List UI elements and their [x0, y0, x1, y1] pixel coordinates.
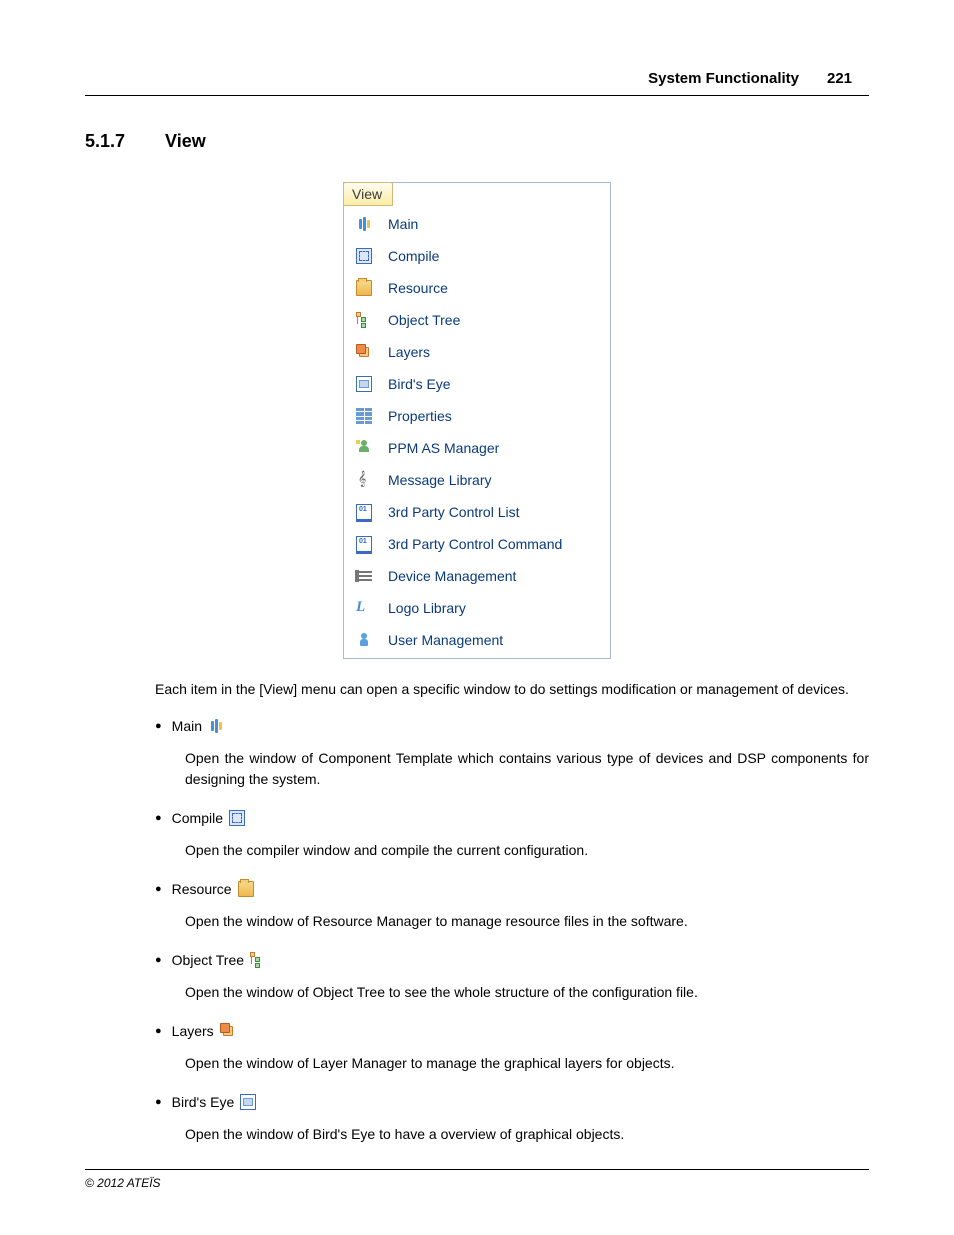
menu-item-label: 3rd Party Control List — [378, 504, 520, 520]
user-icon — [350, 632, 378, 648]
page-header: System Functionality 221 — [85, 70, 869, 96]
menu-item-label: PPM AS Manager — [378, 440, 499, 456]
item-name: Compile — [172, 810, 223, 826]
ppm-icon — [350, 440, 378, 456]
item-name: Object Tree — [172, 952, 244, 968]
bullet-icon: ● — [155, 720, 162, 732]
layers-icon — [220, 1023, 236, 1039]
doc-item: ● Resource Open the window of Resource Ma… — [155, 881, 869, 932]
bullet-icon: ● — [155, 883, 162, 895]
menu-screenshot: View Main Compile Resource Object Tree Layer… — [85, 182, 869, 659]
page-number: 221 — [827, 70, 869, 87]
menu-item-ppm[interactable]: PPM AS Manager — [344, 432, 610, 464]
3rd-icon — [350, 536, 378, 552]
main-icon — [208, 718, 224, 734]
device-icon — [350, 568, 378, 584]
tree-icon — [350, 312, 378, 328]
main-icon — [350, 216, 378, 232]
3rd-icon — [350, 504, 378, 520]
menu-item-3rd[interactable]: 3rd Party Control List — [344, 496, 610, 528]
menu-item-layers[interactable]: Layers — [344, 336, 610, 368]
compile-icon — [229, 810, 245, 826]
menu-item-label: Compile — [378, 248, 439, 264]
section-title: View — [165, 131, 206, 151]
menu-item-logo[interactable]: LLogo Library — [344, 592, 610, 624]
menu-item-compile[interactable]: Compile — [344, 240, 610, 272]
bullet-icon: ● — [155, 1096, 162, 1108]
section-heading: 5.1.7 View — [85, 131, 869, 152]
menu-item-3rd[interactable]: 3rd Party Control Command — [344, 528, 610, 560]
bullet-icon: ● — [155, 812, 162, 824]
msg-icon — [350, 472, 378, 488]
logo-icon: L — [350, 600, 378, 616]
item-head: ● Main — [155, 718, 869, 734]
doc-item: ● Layers Open the window of Layer Manager… — [155, 1023, 869, 1074]
menu-item-label: Message Library — [378, 472, 492, 488]
tree-icon — [250, 952, 266, 968]
item-description: Open the window of Component Template wh… — [185, 748, 869, 790]
intro-paragraph: Each item in the [View] menu can open a … — [155, 679, 869, 700]
menu-item-label: Bird's Eye — [378, 376, 451, 392]
compile-icon — [350, 248, 378, 264]
resource-icon — [350, 280, 378, 296]
item-name: Resource — [172, 881, 232, 897]
menu-item-tree[interactable]: Object Tree — [344, 304, 610, 336]
menu-item-label: Properties — [378, 408, 452, 424]
layers-icon — [350, 344, 378, 360]
menu-title[interactable]: View — [343, 182, 393, 206]
birdseye-icon — [240, 1094, 256, 1110]
props-icon — [350, 408, 378, 424]
menu-item-label: Resource — [378, 280, 448, 296]
item-head: ● Compile — [155, 810, 869, 826]
view-menu: View Main Compile Resource Object Tree Layer… — [343, 182, 611, 659]
item-name: Main — [172, 718, 202, 734]
birdseye-icon — [350, 376, 378, 392]
header-title: System Functionality — [648, 70, 799, 87]
menu-item-birdseye[interactable]: Bird's Eye — [344, 368, 610, 400]
section-number: 5.1.7 — [85, 131, 160, 152]
doc-item: ● Bird's Eye Open the window of Bird's Ey… — [155, 1094, 869, 1145]
menu-item-props[interactable]: Properties — [344, 400, 610, 432]
menu-item-label: Main — [378, 216, 418, 232]
item-head: ● Object Tree — [155, 952, 869, 968]
doc-item: ● Compile Open the compiler window and co… — [155, 810, 869, 861]
menu-item-label: User Management — [378, 632, 503, 648]
menu-item-label: 3rd Party Control Command — [378, 536, 562, 552]
item-description: Open the window of Object Tree to see th… — [185, 982, 869, 1003]
menu-item-label: Layers — [378, 344, 430, 360]
item-name: Bird's Eye — [172, 1094, 235, 1110]
item-description: Open the window of Layer Manager to mana… — [185, 1053, 869, 1074]
bullet-icon: ● — [155, 954, 162, 966]
bullet-icon: ● — [155, 1025, 162, 1037]
menu-item-main[interactable]: Main — [344, 208, 610, 240]
item-description: Open the window of Resource Manager to m… — [185, 911, 869, 932]
menu-item-label: Device Management — [378, 568, 516, 584]
doc-item: ● Main Open the window of Component Templ… — [155, 718, 869, 790]
menu-item-label: Logo Library — [378, 600, 466, 616]
item-head: ● Layers — [155, 1023, 869, 1039]
item-name: Layers — [172, 1023, 214, 1039]
item-description: Open the compiler window and compile the… — [185, 840, 869, 861]
item-head: ● Bird's Eye — [155, 1094, 869, 1110]
menu-item-user[interactable]: User Management — [344, 624, 610, 656]
resource-icon — [238, 881, 254, 897]
item-description: Open the window of Bird's Eye to have a … — [185, 1124, 869, 1145]
doc-item: ● Object Tree Open the window of Object T… — [155, 952, 869, 1003]
footer-copyright: © 2012 ATEÏS — [85, 1169, 869, 1190]
menu-item-resource[interactable]: Resource — [344, 272, 610, 304]
menu-item-label: Object Tree — [378, 312, 460, 328]
menu-item-msg[interactable]: Message Library — [344, 464, 610, 496]
item-head: ● Resource — [155, 881, 869, 897]
menu-item-device[interactable]: Device Management — [344, 560, 610, 592]
